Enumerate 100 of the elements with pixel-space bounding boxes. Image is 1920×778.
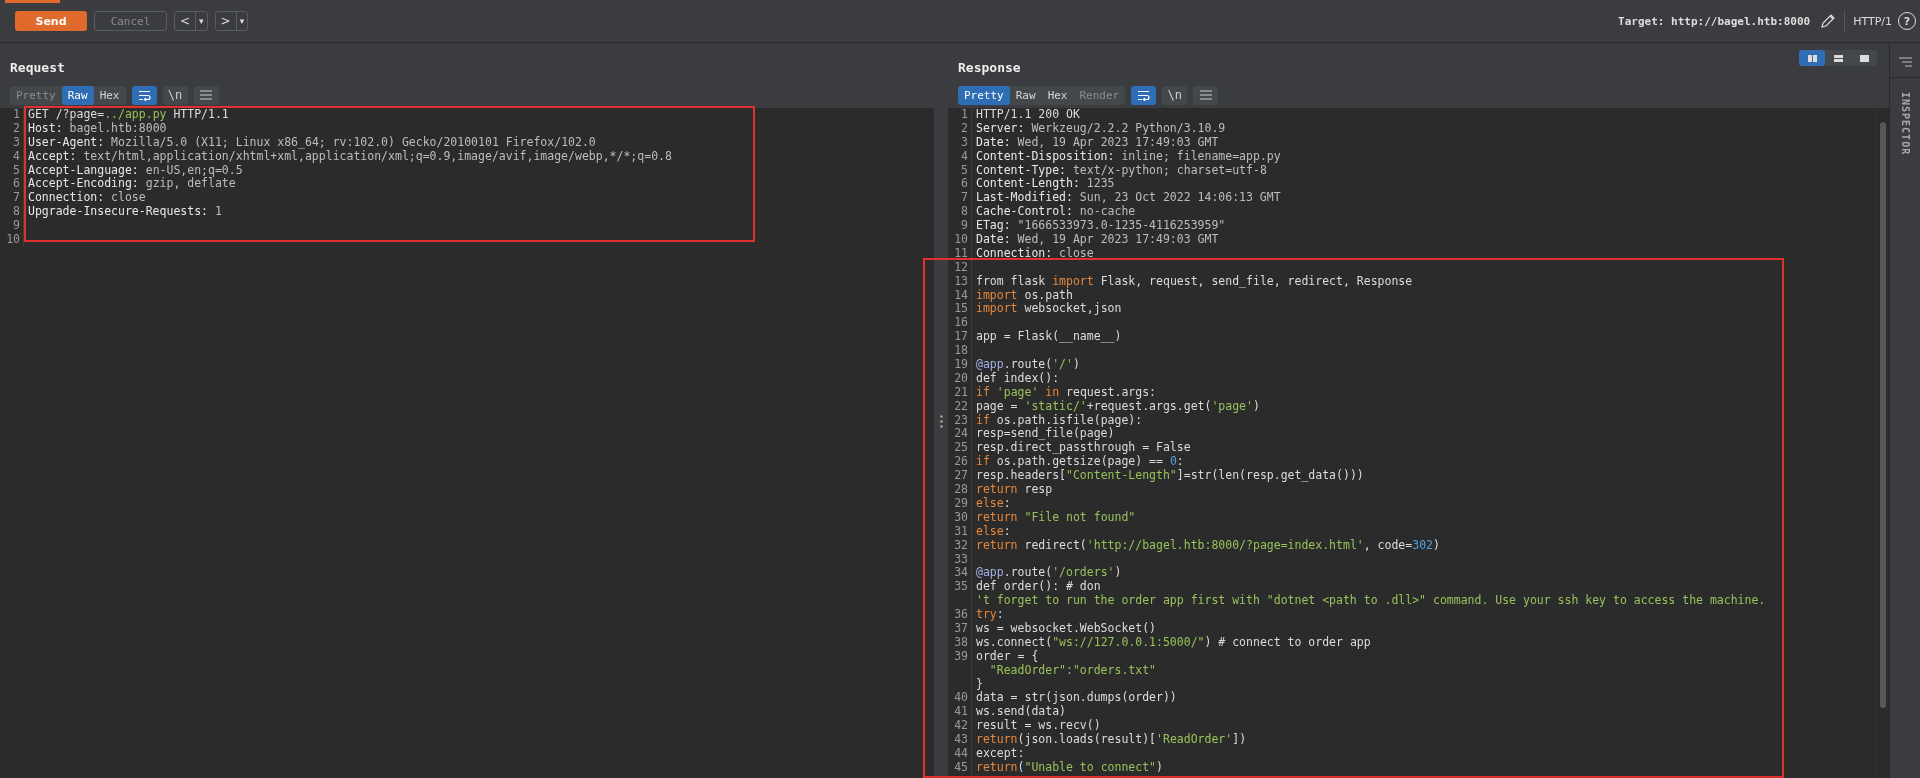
line-number: 39 <box>948 649 972 664</box>
line-number: 2 <box>948 121 972 136</box>
scrollbar-thumb[interactable] <box>1880 122 1886 708</box>
code-line: order = { <box>975 649 1039 664</box>
wrap-toggle[interactable] <box>1131 85 1157 105</box>
view-tab[interactable]: Hex <box>1041 85 1074 105</box>
line-number: 36 <box>948 608 972 622</box>
code-line: return redirect('http://bagel.htb:8000/?page=index.html', code=302) <box>975 538 1440 553</box>
code-line: Cache-Control: no-cache <box>975 205 1136 220</box>
back-button[interactable]: < <box>175 12 196 30</box>
newline-toggle[interactable]: \n <box>1162 85 1188 105</box>
line-number: 16 <box>948 316 972 331</box>
pane-title: Response <box>958 60 1021 76</box>
code-line: Content-Length: 1235 <box>975 177 1115 191</box>
view-tab[interactable]: Hex <box>93 85 126 105</box>
line-number: 20 <box>948 371 972 386</box>
columns-icon <box>1807 54 1817 62</box>
code-line: if os.path.isfile(page): <box>975 413 1143 428</box>
filter-icon[interactable] <box>1898 57 1912 67</box>
line-number: 28 <box>948 483 972 497</box>
line-number: 15 <box>948 302 972 317</box>
line-number: 19 <box>948 358 972 372</box>
line-number: 32 <box>948 538 972 553</box>
line-number: 23 <box>948 413 972 428</box>
menu-button[interactable] <box>193 85 219 105</box>
code-line: Accept: text/html,application/xhtml+xml,application/xml;q=0.9,image/avif,image/webp,*/*;q=0.8 <box>27 149 672 164</box>
line-number: 11 <box>948 246 972 261</box>
wrap-icon <box>1137 89 1151 101</box>
code-line: else: <box>975 496 1011 511</box>
rows-icon <box>1833 54 1843 62</box>
code-line: 't forget to run the order app first with "dotnet <path to .dll>" command. Use your ssh key to access the machine. <box>975 594 1766 609</box>
code-line: resp=send_file(page) <box>975 427 1115 442</box>
drag-handle-icon[interactable] <box>939 415 943 428</box>
line-number: 6 <box>0 177 24 192</box>
line-number: 2 <box>0 121 24 136</box>
line-number: 42 <box>948 719 972 734</box>
code-line: Date: Wed, 19 Apr 2023 17:49:03 GMT <box>975 233 1219 247</box>
forward-button[interactable]: > <box>215 12 236 30</box>
line-number: 10 <box>948 233 972 247</box>
code-line: Content-Type: text/x-python; charset=utf-8 <box>975 163 1267 177</box>
menu-icon <box>200 90 212 100</box>
code-line: return("Unable to connect") <box>975 760 1163 775</box>
code-line: Date: Wed, 19 Apr 2023 17:49:03 GMT <box>975 135 1219 150</box>
line-number: 45 <box>948 760 972 775</box>
code-line: return resp <box>975 483 1053 497</box>
line-number: 14 <box>948 288 972 303</box>
line-number: 21 <box>948 385 972 400</box>
menu-icon <box>1199 90 1212 100</box>
code-line: Last-Modified: Sun, 23 Oct 2022 14:06:13 GMT <box>975 191 1281 205</box>
code-line: def index(): <box>975 371 1060 386</box>
line-number: 26 <box>948 455 972 470</box>
tab-indicator <box>5 0 60 3</box>
line-number: 5 <box>948 163 972 178</box>
code-line: ws = websocket.WebSocket() <box>975 621 1156 636</box>
history-dropdown[interactable]: ▾ <box>195 12 207 30</box>
line-number: 43 <box>948 733 972 747</box>
code-line: "ReadOrder":"orders.txt" <box>988 663 1156 678</box>
code-line: result = ws.recv() <box>975 719 1101 733</box>
code-line: Server: Werkzeug/2.2.2 Python/3.10.9 <box>975 121 1226 136</box>
line-number: 7 <box>948 191 972 206</box>
line-number: 35 <box>948 580 972 595</box>
view-tab[interactable]: Raw <box>61 85 94 105</box>
code-line: if os.path.getsize(page) == 0: <box>975 455 1184 469</box>
history-dropdown[interactable]: ▾ <box>235 12 248 30</box>
line-number: 8 <box>948 205 972 220</box>
line-number: 41 <box>948 705 972 720</box>
menu-button[interactable] <box>1193 85 1219 105</box>
line-number: 44 <box>948 746 972 761</box>
code-line: if 'page' in request.args: <box>975 385 1157 400</box>
newline-toggle[interactable]: \n <box>162 85 188 105</box>
code-line: except: <box>975 746 1025 761</box>
line-number: 33 <box>948 552 972 567</box>
line-number: 5 <box>0 163 24 178</box>
code-line: def order(): # don <box>975 580 1101 594</box>
code-line: resp.headers["Content-Length"]=str(len(resp.get_data())) <box>975 469 1364 484</box>
line-number: 34 <box>948 566 972 581</box>
view-tab[interactable]: Pretty <box>958 85 1010 105</box>
code-line: Accept-Encoding: gzip, deflate <box>27 177 236 191</box>
wrap-icon <box>137 89 151 101</box>
code-line: Upgrade-Insecure-Requests: 1 <box>27 205 222 220</box>
layout-toggle[interactable] <box>1799 50 1825 66</box>
code-line: import os.path <box>975 288 1073 302</box>
line-number: 4 <box>948 149 972 164</box>
send-button[interactable]: Send <box>15 11 87 31</box>
line-number: 1 <box>0 108 24 122</box>
line-number: 6 <box>948 177 972 192</box>
line-number: 38 <box>948 635 972 650</box>
edit-icon[interactable] <box>1820 13 1837 29</box>
code-line: HTTP/1.1 200 OK <box>975 108 1080 122</box>
wrap-toggle[interactable] <box>131 85 157 105</box>
inspector-tab[interactable]: INSPECTOR <box>1899 92 1911 156</box>
protocol-label[interactable]: HTTP/1 <box>1853 14 1892 28</box>
code-line: ws.connect("ws://127.0.0.1:5000/") # connect to order app <box>975 635 1371 650</box>
code-line: resp.direct_passthrough = False <box>975 441 1191 456</box>
line-number: 3 <box>0 135 24 150</box>
code-line: return "File not found" <box>975 510 1136 525</box>
code-line: Content-Disposition: inline; filename=app.py <box>975 149 1281 164</box>
code-line: @app.route('/') <box>975 358 1080 372</box>
code-line: @app.route('/orders') <box>975 566 1122 580</box>
view-tab[interactable]: Raw <box>1009 85 1042 105</box>
